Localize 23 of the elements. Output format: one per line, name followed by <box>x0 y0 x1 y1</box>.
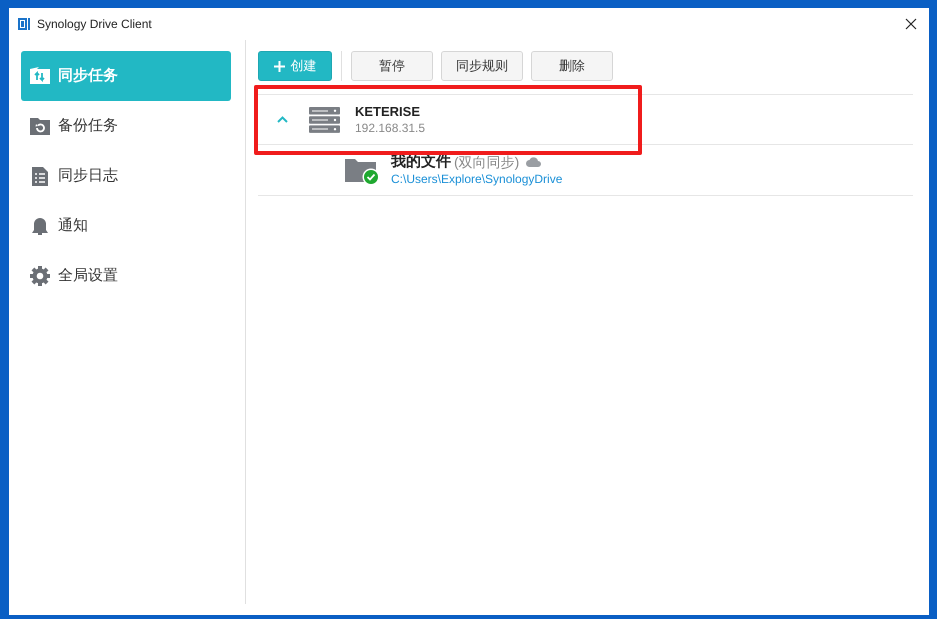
app-logo-icon <box>18 17 31 31</box>
settings-icon <box>30 266 50 286</box>
folder-arrows-icon <box>30 66 50 86</box>
server-address: 192.168.31.5 <box>355 120 426 136</box>
window-title: Synology Drive Client <box>37 16 152 33</box>
toolbar-button[interactable]: 同步规则 <box>441 51 523 81</box>
server-icon <box>309 106 340 132</box>
folder-undo-icon <box>30 116 50 136</box>
cloud-icon <box>526 157 542 167</box>
folder-path[interactable]: C:\Users\Explore\SynologyDrive <box>391 171 562 187</box>
sync-mode: (双向同步) <box>454 153 520 171</box>
sidebar-item[interactable]: 同步日志 <box>21 151 231 201</box>
bell-icon <box>30 216 50 236</box>
sidebar-item[interactable]: 备份任务 <box>21 101 231 151</box>
sidebar-item[interactable]: 通知 <box>21 201 231 251</box>
toolbar-button[interactable]: 删除 <box>531 51 613 81</box>
chevron-up-icon <box>276 116 288 123</box>
document-list-icon <box>30 166 50 186</box>
server-name: KETERISE <box>355 104 422 120</box>
plus-icon <box>274 60 284 72</box>
close-icon <box>905 18 917 30</box>
toolbar-button[interactable]: 暂停 <box>351 51 433 81</box>
sidebar-item[interactable]: 全局设置 <box>21 251 231 301</box>
